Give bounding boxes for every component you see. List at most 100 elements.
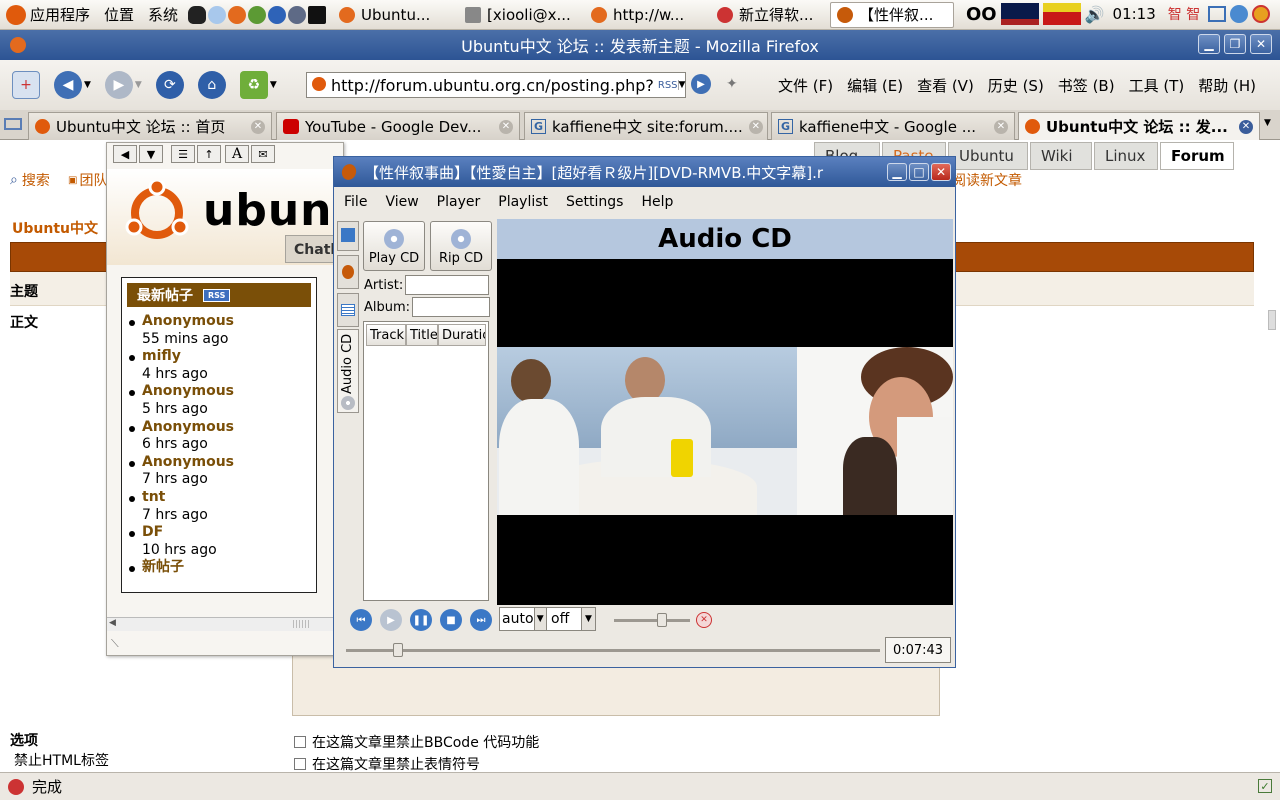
seek-slider[interactable] [346, 643, 880, 657]
resize-grip-icon[interactable]: ⟍ [111, 637, 119, 651]
scroll-left-icon[interactable]: ◀ [109, 618, 116, 628]
firefox-launcher-icon[interactable] [228, 5, 247, 24]
tab-google-search-1[interactable]: Gkaffiene中文 site:forum.... ✕ [524, 112, 768, 140]
tab-close-icon[interactable]: ✕ [499, 119, 513, 134]
forward-button[interactable]: ▶ [104, 71, 133, 99]
close-button[interactable]: ✕ [1250, 34, 1272, 54]
post-author[interactable]: Anonymous [142, 454, 316, 472]
menu-tools[interactable]: 工具 (T) [1129, 75, 1185, 96]
post-author[interactable]: DF [142, 524, 316, 542]
firefox-titlebar[interactable]: Ubuntu中文 论坛 :: 发表新主题 - Mozilla Firefox ▁… [0, 30, 1280, 60]
video-area[interactable]: Audio CD [497, 219, 953, 605]
recent-post-item[interactable]: Anonymous 5 hrs ago [122, 383, 316, 418]
artist-input[interactable] [405, 275, 490, 295]
taskbar-item-browser[interactable]: http://w... [584, 2, 708, 28]
recent-post-item[interactable]: Anonymous 7 hrs ago [122, 454, 316, 489]
addon-menu-icon[interactable]: ▼ [270, 80, 277, 90]
terminal-launcher-icon[interactable] [308, 5, 327, 24]
player-menu-settings[interactable]: Settings [566, 194, 623, 210]
reload-button[interactable]: ⟳ [155, 71, 184, 99]
recent-post-item[interactable]: Anonymous 55 mins ago [122, 313, 316, 348]
forum-nav-ubuntu[interactable]: Ubuntu [948, 142, 1028, 170]
track-list[interactable]: Track Title Duratic [363, 321, 489, 601]
forum-nav-forum[interactable]: Forum [1160, 142, 1234, 170]
player-tab[interactable] [337, 255, 359, 289]
start-tab[interactable] [337, 221, 359, 251]
layers-icon[interactable]: ☰ [171, 145, 195, 163]
font-icon[interactable]: A [225, 145, 249, 163]
tab-list-icon[interactable] [4, 118, 22, 130]
checkbox[interactable] [294, 736, 306, 748]
home-button[interactable]: ⌂ [197, 71, 226, 99]
previous-button[interactable]: ⏮ [350, 609, 372, 631]
menu-help[interactable]: 帮助 (H) [1198, 75, 1256, 96]
menu-file[interactable]: 文件 (F) [778, 75, 833, 96]
column-track[interactable]: Track [366, 324, 406, 346]
breadcrumb[interactable]: Ubuntu中文 [12, 218, 98, 238]
input-method-indicator[interactable]: 智 智 [1168, 4, 1200, 24]
mail-icon[interactable]: ✉ [251, 145, 275, 163]
taskbar-item-synaptic[interactable]: 新立得软... [710, 2, 828, 28]
recycle-addon-button[interactable]: ♻ [239, 71, 268, 99]
column-title[interactable]: Title [406, 324, 438, 346]
back-history-icon[interactable]: ▼ [84, 80, 91, 90]
back-button[interactable]: ◀ [54, 71, 82, 99]
player-menu-view[interactable]: View [385, 194, 418, 210]
option-disable-bbcode[interactable]: 在这篇文章里禁止BBCode 代码功能 [294, 732, 539, 752]
tab-close-icon[interactable]: ✕ [994, 119, 1008, 134]
recent-post-item[interactable]: tnt 7 hrs ago [122, 489, 316, 524]
music-launcher-icon[interactable] [268, 5, 287, 24]
group-link[interactable]: ▣ 团队 [68, 170, 107, 190]
tools-launcher-icon[interactable] [208, 5, 227, 24]
rss-icon[interactable]: RSS [658, 80, 678, 91]
menu-view[interactable]: 查看 (V) [917, 75, 974, 96]
play-cd-button[interactable]: Play CD [363, 221, 425, 271]
menu-edit[interactable]: 编辑 (E) [847, 75, 903, 96]
player-minimize-button[interactable]: ▁ [887, 163, 907, 181]
taskbar-item-terminal[interactable]: [xiooli@x... [458, 2, 582, 28]
subtitle-select[interactable]: off ▼ [546, 607, 596, 631]
addon-status-icon[interactable]: ✓ [1258, 779, 1272, 793]
popup-back-button[interactable]: ◀ [113, 145, 137, 163]
aspect-select[interactable]: auto ▼ [499, 607, 547, 631]
logout-icon[interactable] [1252, 5, 1271, 23]
post-author[interactable]: tnt [142, 489, 316, 507]
next-button[interactable]: ⏭ [470, 609, 492, 631]
recent-post-item[interactable]: mifly 4 hrs ago [122, 348, 316, 383]
url-dropdown-icon[interactable]: ▼ [677, 80, 685, 90]
taskbar-item-player[interactable]: 【性伴叙... [830, 1, 955, 28]
play-button[interactable]: ▶ [380, 609, 402, 631]
forum-nav-linux[interactable]: Linux [1094, 142, 1158, 170]
player-menu-file[interactable]: File [344, 194, 367, 210]
places-menu[interactable]: 位置 [104, 4, 134, 25]
popup-dropdown-button[interactable]: ▼ [139, 145, 163, 163]
penguin-launcher-icon[interactable] [188, 5, 207, 24]
player-maximize-button[interactable]: □ [909, 163, 929, 181]
forum-nav-wiki[interactable]: Wiki [1030, 142, 1092, 170]
tab-ubuntu-index[interactable]: Ubuntu中文 论坛 :: 首页 ✕ [28, 112, 272, 140]
tab-close-icon[interactable]: ✕ [251, 119, 265, 134]
post-author[interactable]: mifly [142, 348, 316, 366]
album-input[interactable] [412, 297, 491, 317]
player-menu-playlist[interactable]: Playlist [498, 194, 548, 210]
settings-launcher-icon[interactable] [288, 5, 307, 24]
volume-knob[interactable] [656, 613, 667, 627]
tab-youtube[interactable]: YouTube - Google Dev... ✕ [276, 112, 520, 140]
show-desktop-icon[interactable] [1208, 6, 1227, 22]
maximize-button[interactable]: ❐ [1224, 34, 1246, 54]
column-duration[interactable]: Duratic [438, 324, 486, 346]
search-link[interactable]: ⌕ 搜索 [10, 170, 50, 190]
recent-post-item[interactable]: Anonymous 6 hrs ago [122, 419, 316, 454]
upload-icon[interactable]: ↑ [197, 145, 221, 163]
new-tab-button[interactable]: + [12, 71, 40, 99]
player-menu-player[interactable]: Player [437, 194, 481, 210]
post-author[interactable]: Anonymous [142, 383, 316, 401]
player-menu-help[interactable]: Help [641, 194, 673, 210]
network-launcher-icon[interactable] [248, 5, 267, 24]
volume-slider[interactable] [614, 613, 690, 627]
rss-badge[interactable]: RSS [203, 288, 231, 302]
menu-history[interactable]: 历史 (S) [988, 75, 1044, 96]
forward-history-icon[interactable]: ▼ [135, 80, 142, 90]
post-author[interactable]: Anonymous [142, 313, 316, 331]
tab-google-search-2[interactable]: Gkaffiene中文 - Google ... ✕ [771, 112, 1015, 140]
